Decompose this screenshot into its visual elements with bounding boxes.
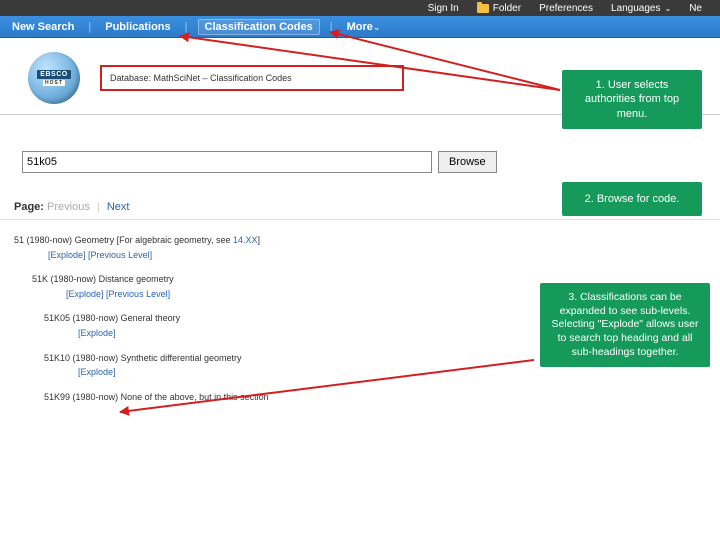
node-years: (1980-now) bbox=[51, 274, 97, 284]
signin-link[interactable]: Sign In bbox=[428, 3, 459, 14]
node-title: None of the above, but in this section bbox=[121, 392, 269, 402]
node-years: (1980-now) bbox=[73, 392, 119, 402]
tree-node: 51 (1980-now) Geometry [For algebraic ge… bbox=[14, 234, 720, 247]
node-code: 51K99 bbox=[44, 392, 70, 402]
see-link[interactable]: 14.XX bbox=[233, 235, 258, 245]
node-title: Geometry [For algebraic geometry, see bbox=[75, 235, 233, 245]
languages-menu[interactable]: Languages ⌄ bbox=[611, 3, 671, 14]
database-label: Database: MathSciNet – Classification Co… bbox=[100, 65, 404, 91]
pager-sep: | bbox=[97, 201, 100, 213]
nav-sep: | bbox=[185, 21, 188, 33]
node-code: 51K10 bbox=[44, 353, 70, 363]
preferences-link[interactable]: Preferences bbox=[539, 3, 593, 14]
more-label: More bbox=[347, 21, 373, 33]
ebsco-logo: EBSCO HOST bbox=[28, 52, 80, 104]
explode-link[interactable]: [Explode] bbox=[48, 250, 86, 260]
node-code: 51K bbox=[32, 274, 48, 284]
node-code: 51K05 bbox=[44, 313, 70, 323]
annotation-2: 2. Browse for code. bbox=[562, 182, 702, 216]
browse-input[interactable] bbox=[22, 151, 432, 173]
tab-new-search[interactable]: New Search bbox=[8, 19, 78, 35]
utility-bar: Sign In Folder Preferences Languages ⌄ N… bbox=[0, 0, 720, 16]
node-title: Distance geometry bbox=[99, 274, 174, 284]
tab-classification-codes[interactable]: Classification Codes bbox=[198, 19, 320, 35]
pager-previous: Previous bbox=[47, 201, 90, 213]
main-nav: New Search | Publications | Classificati… bbox=[0, 16, 720, 38]
node-years: (1980-now) bbox=[73, 353, 119, 363]
chevron-down-icon: ⌄ bbox=[373, 22, 381, 32]
node-years: (1980-now) bbox=[27, 235, 73, 245]
annotation-1: 1. User selects authorities from top men… bbox=[562, 70, 702, 129]
node-actions: [Explode] bbox=[78, 366, 720, 379]
folder-link[interactable]: Folder bbox=[477, 3, 521, 14]
truncated-menu[interactable]: Ne bbox=[689, 3, 702, 14]
explode-link[interactable]: [Explode] bbox=[66, 289, 104, 299]
browse-button[interactable]: Browse bbox=[438, 151, 497, 173]
previous-level-link[interactable]: [Previous Level] bbox=[106, 289, 170, 299]
explode-link[interactable]: [Explode] bbox=[78, 367, 116, 377]
tab-publications[interactable]: Publications bbox=[101, 19, 174, 35]
node-title: General theory bbox=[121, 313, 181, 323]
node-code: 51 bbox=[14, 235, 24, 245]
nav-sep: | bbox=[88, 21, 91, 33]
chevron-down-icon: ⌄ bbox=[665, 4, 672, 13]
node-title-tail: ] bbox=[258, 235, 261, 245]
explode-link[interactable]: [Explode] bbox=[78, 328, 116, 338]
tree-node: 51K99 (1980-now) None of the above, but … bbox=[44, 391, 720, 404]
folder-icon bbox=[477, 4, 489, 13]
truncated-label: Ne bbox=[689, 3, 702, 14]
logo-brand: EBSCO bbox=[37, 70, 70, 79]
node-title: Synthetic differential geometry bbox=[121, 353, 242, 363]
languages-label: Languages bbox=[611, 3, 661, 14]
page-label: Page: bbox=[14, 201, 44, 213]
node-actions: [Explode] [Previous Level] bbox=[48, 249, 720, 262]
folder-label: Folder bbox=[493, 3, 521, 14]
previous-level-link[interactable]: [Previous Level] bbox=[88, 250, 152, 260]
tab-more[interactable]: More⌄ bbox=[343, 19, 385, 35]
nav-sep: | bbox=[330, 21, 333, 33]
logo-sub: HOST bbox=[43, 80, 65, 86]
pager-next[interactable]: Next bbox=[107, 201, 130, 213]
node-years: (1980-now) bbox=[73, 313, 119, 323]
annotation-3: 3. Classifications can be expanded to se… bbox=[540, 283, 710, 367]
